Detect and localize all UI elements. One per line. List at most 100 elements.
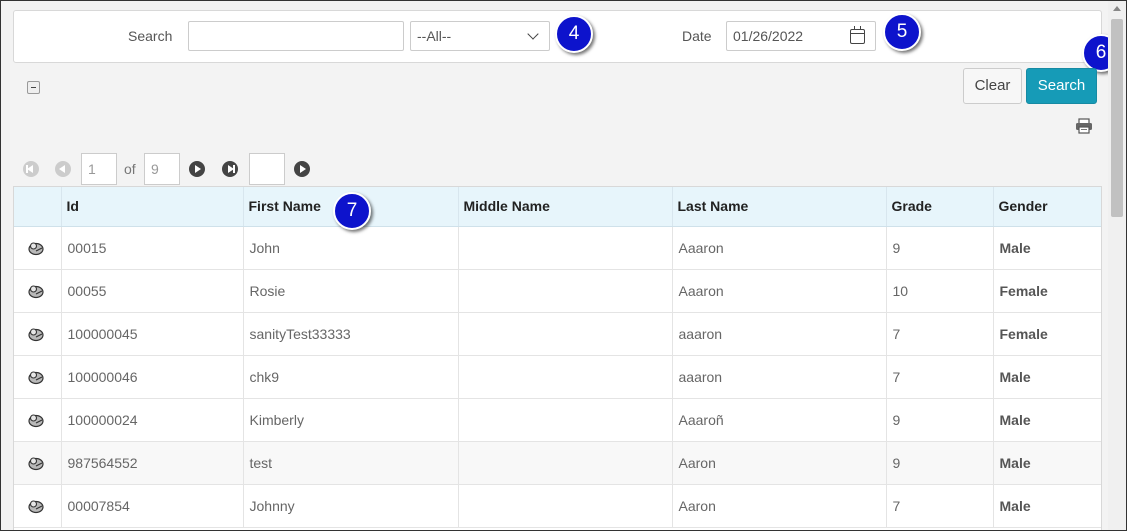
cell-middle-name (458, 226, 673, 270)
goto-page-icon[interactable] (294, 161, 310, 177)
table-body: 00015 John Aaaron 9 Male 00055 Rosie Aaaron 10 Fe… (14, 226, 1101, 528)
cell-gender: Female (993, 269, 1101, 313)
cell-icon (14, 398, 62, 442)
callout-badge-5: 5 (883, 13, 921, 51)
column-header-icon (14, 187, 62, 227)
date-label: Date (682, 28, 712, 44)
cell-id: 100000024 (61, 398, 244, 442)
last-page-icon[interactable] (222, 161, 238, 177)
cell-id: 00015 (61, 226, 244, 270)
cell-id: 00007854 (61, 484, 244, 528)
cell-first-name: Rosie (243, 269, 459, 313)
table-row[interactable]: 00007854 Johnny Aaron 7 Male (14, 484, 1101, 528)
cell-icon (14, 355, 62, 399)
student-icon[interactable] (27, 455, 45, 471)
app-window: Search --All-- Date 01/26/2022 4 5 6 Cle… (0, 0, 1127, 531)
goto-page-input[interactable] (249, 153, 285, 185)
search-input[interactable] (188, 21, 404, 51)
cell-first-name: Kimberly (243, 398, 459, 442)
column-header-middle-name[interactable]: Middle Name (458, 187, 673, 227)
table-row[interactable]: 100000045 sanityTest33333 aaaron 7 Female (14, 312, 1101, 356)
next-page-icon[interactable] (189, 161, 205, 177)
cell-id: 00055 (61, 269, 244, 313)
scroll-up-icon[interactable] (1113, 6, 1121, 11)
filter-select[interactable]: --All-- (410, 21, 550, 51)
table-row[interactable]: 00015 John Aaaron 9 Male (14, 226, 1101, 270)
cell-first-name: John (243, 226, 459, 270)
previous-page-icon[interactable] (55, 161, 71, 177)
cell-icon (14, 484, 62, 528)
cell-grade: 7 (886, 484, 994, 528)
cell-middle-name (458, 484, 673, 528)
column-header-last-name[interactable]: Last Name (672, 187, 887, 227)
cell-last-name: Aaron (672, 441, 887, 485)
column-header-id[interactable]: Id (61, 187, 244, 227)
cell-icon (14, 441, 62, 485)
cell-last-name: aaaron (672, 355, 887, 399)
pagination: 1 of 9 (19, 153, 339, 185)
cell-grade: 9 (886, 441, 994, 485)
students-table: Id First Name Middle Name Last Name Grad… (13, 186, 1102, 530)
cell-id: 100000046 (61, 355, 244, 399)
table-row[interactable]: 100000024 Kimberly Aaaroñ 9 Male (14, 398, 1101, 442)
cell-last-name: Aaron (672, 484, 887, 528)
cell-grade: 9 (886, 398, 994, 442)
cell-id: 100000045 (61, 312, 244, 356)
table-row[interactable]: 987564552 test Aaron 9 Male (14, 441, 1101, 485)
cell-gender: Male (993, 226, 1101, 270)
cell-first-name: chk9 (243, 355, 459, 399)
student-icon[interactable] (27, 240, 45, 256)
date-input[interactable]: 01/26/2022 (726, 21, 876, 51)
cell-middle-name (458, 269, 673, 313)
column-header-grade[interactable]: Grade (886, 187, 994, 227)
cell-first-name: test (243, 441, 459, 485)
clear-button[interactable]: Clear (963, 68, 1022, 104)
search-label: Search (128, 28, 173, 44)
cell-grade: 7 (886, 355, 994, 399)
student-icon[interactable] (27, 326, 45, 342)
calendar-icon[interactable] (850, 26, 865, 44)
collapse-icon[interactable] (27, 81, 40, 94)
cell-icon (14, 312, 62, 356)
cell-middle-name (458, 312, 673, 356)
vertical-scrollbar[interactable] (1108, 1, 1126, 530)
cell-id: 987564552 (61, 441, 244, 485)
student-icon[interactable] (27, 412, 45, 428)
cell-first-name: Johnny (243, 484, 459, 528)
cell-first-name: sanityTest33333 (243, 312, 459, 356)
student-icon[interactable] (27, 283, 45, 299)
cell-gender: Male (993, 441, 1101, 485)
cell-grade: 9 (886, 226, 994, 270)
table-row[interactable]: 100000046 chk9 aaaron 7 Male (14, 355, 1101, 399)
filter-select-value: --All-- (417, 28, 452, 44)
cell-icon (14, 226, 62, 270)
date-value: 01/26/2022 (733, 28, 804, 44)
cell-last-name: Aaaron (672, 269, 887, 313)
scroll-thumb[interactable] (1111, 19, 1123, 217)
cell-gender: Male (993, 484, 1101, 528)
cell-gender: Male (993, 398, 1101, 442)
table-row[interactable]: 00055 Rosie Aaaron 10 Female (14, 269, 1101, 313)
page-total: 9 (144, 153, 180, 185)
cell-gender: Female (993, 312, 1101, 356)
column-header-gender[interactable]: Gender (993, 187, 1101, 227)
first-page-icon[interactable] (23, 161, 39, 177)
table-header-row: Id First Name Middle Name Last Name Grad… (14, 187, 1101, 227)
chevron-down-icon (527, 28, 539, 40)
student-icon[interactable] (27, 369, 45, 385)
callout-badge-4: 4 (555, 15, 593, 53)
cell-grade: 10 (886, 269, 994, 313)
callout-badge-7: 7 (333, 192, 371, 230)
printer-icon[interactable] (1075, 118, 1093, 134)
search-button[interactable]: Search (1026, 68, 1097, 104)
cell-middle-name (458, 355, 673, 399)
cell-gender: Male (993, 355, 1101, 399)
cell-middle-name (458, 398, 673, 442)
cell-middle-name (458, 441, 673, 485)
cell-last-name: Aaaroñ (672, 398, 887, 442)
student-icon[interactable] (27, 498, 45, 514)
cell-last-name: aaaron (672, 312, 887, 356)
page-number-input[interactable]: 1 (81, 153, 117, 185)
cell-last-name: Aaaron (672, 226, 887, 270)
page-of-label: of (124, 161, 136, 177)
